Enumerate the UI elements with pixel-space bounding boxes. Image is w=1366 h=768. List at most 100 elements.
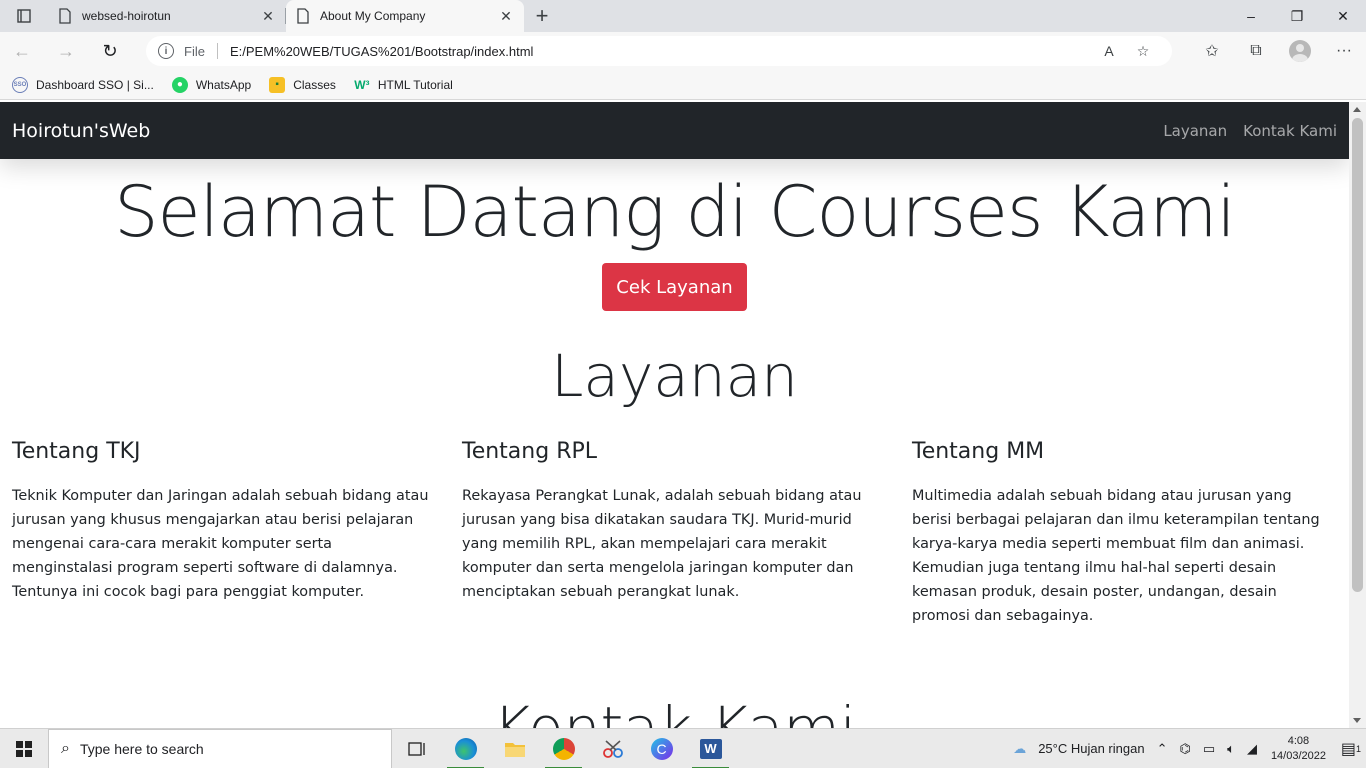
service-card-mm: Tentang MM Multimedia adalah sebuah bida… [912,438,1332,628]
bookmark-label: WhatsApp [195,77,252,92]
bookmark-classes[interactable]: ▪ Classes [269,76,336,93]
url-text[interactable]: E:/PEM%20WEB/TUGAS%201/Bootstrap/index.h… [230,44,1092,59]
notification-count: 1 [1356,743,1362,754]
clock-time: 4:08 [1287,734,1310,747]
notification-icon: ▤ [1340,740,1357,758]
taskbar-chrome[interactable] [539,729,588,768]
clock-date: 14/03/2022 [1270,749,1326,762]
chrome-icon [552,737,575,760]
close-window-button[interactable]: ✕ [1320,0,1366,32]
clock[interactable]: 4:08 14/03/2022 [1271,734,1326,764]
reload-icon: ↻ [102,40,118,61]
bookmark-html-tutorial[interactable]: W³ HTML Tutorial [354,77,453,93]
restore-button[interactable]: ❐ [1274,0,1320,32]
collections-icon: ⧉ [1250,42,1262,59]
weather-icon[interactable]: ☁ [1013,741,1026,757]
notification-center-button[interactable]: ▤ 1 [1336,729,1366,768]
browser-tab-about[interactable]: About My Company ✕ [286,0,524,32]
arrow-left-icon: ← [13,40,31,61]
window-controls: – ❐ ✕ [1228,0,1366,32]
close-tab-icon[interactable]: ✕ [260,8,276,24]
forward-button[interactable]: → [44,32,88,70]
nav-link-kontak-kami[interactable]: Kontak Kami [1243,122,1337,140]
collections-button[interactable]: ⧉ [1234,32,1278,70]
address-toolbar: ← → ↻ i File E:/PEM%20WEB/TUGAS%201/Boot… [0,32,1366,70]
browser-tab-websed[interactable]: websed-hoirotun ✕ [48,0,286,32]
taskbar-word[interactable]: W [686,729,735,768]
address-bar[interactable]: i File E:/PEM%20WEB/TUGAS%201/Bootstrap/… [146,36,1172,66]
profile-button[interactable] [1278,32,1322,70]
scroll-up-icon[interactable] [1353,107,1361,112]
service-card-rpl: Tentang RPL Rekayasa Perangkat Lunak, ad… [462,438,882,604]
volume-icon[interactable]: 🔈︎ [1227,741,1235,757]
classes-icon: ▪ [269,76,286,93]
favorites-button[interactable]: ✩ [1190,32,1234,70]
sso-icon: SSO [12,76,28,93]
more-icon: ··· [1336,42,1352,59]
w3schools-icon: W³ [354,77,370,92]
page-icon [297,8,309,24]
whatsapp-icon: ● [171,76,188,93]
windows-logo-icon [16,740,32,757]
browser-tools: ✩ ⧉ ··· [1190,32,1366,70]
edge-icon [454,737,477,760]
reload-button[interactable]: ↻ [88,32,132,70]
bookmark-dashboard-sso[interactable]: SSO Dashboard SSO | Si... [12,76,154,93]
service-text: Multimedia adalah sebuah bidang atau jur… [912,488,1320,624]
new-tab-button[interactable]: + [524,0,560,32]
avatar [1289,40,1311,62]
taskbar-canva[interactable]: C [637,729,686,768]
services-title: Layanan [551,342,798,410]
chevron-up-icon[interactable]: ⌃ [1157,741,1168,757]
taskbar-snipping-tool[interactable] [588,729,637,768]
cek-layanan-button[interactable]: Cek Layanan [602,263,747,311]
search-placeholder: Type here to search [79,740,204,757]
bookmark-whatsapp[interactable]: ● WhatsApp [171,76,252,93]
contact-title: Kontak Kami [493,694,856,728]
bookmark-label: Dashboard SSO | Si... [36,77,154,92]
arrow-right-icon: → [57,40,75,61]
battery-icon[interactable]: ▭ [1203,741,1215,757]
page-scrollbar[interactable] [1349,102,1366,728]
scroll-down-icon[interactable] [1353,718,1361,723]
service-text: Teknik Komputer dan Jaringan adalah sebu… [12,488,429,600]
taskbar-search[interactable]: ⌕ Type here to search [48,728,392,768]
taskbar-edge[interactable] [441,729,490,768]
minimize-button[interactable]: – [1228,0,1274,32]
tab-title: About My Company [320,9,426,23]
add-favorite-icon[interactable]: ☆ [1126,43,1160,60]
windows-taskbar: ⌕ Type here to search C W ☁ 25°C Hujan r… [0,728,1366,768]
hero-title: Selamat Datang di Courses Kami [114,171,1236,253]
nav-link-layanan[interactable]: Layanan [1163,122,1227,140]
service-heading: Tentang MM [912,439,1045,464]
start-button[interactable] [0,729,48,768]
back-button[interactable]: ← [0,32,44,70]
network-icon[interactable]: ⌬ [1179,741,1190,757]
scroll-thumb[interactable] [1352,118,1363,592]
scissors-icon [602,739,623,758]
service-heading: Tentang TKJ [12,439,141,464]
wifi-icon[interactable]: ◢ [1247,741,1257,757]
system-tray: ☁ 25°C Hujan ringan ⌃ ⌬ ▭ 🔈︎ ◢ 4:08 14/0… [1007,729,1366,768]
divider [216,43,218,59]
info-icon[interactable]: i [158,43,174,59]
service-heading: Tentang RPL [462,439,597,464]
weather-text[interactable]: 25°C Hujan ringan [1038,741,1144,756]
read-aloud-icon[interactable]: A [1092,43,1126,59]
bookmarks-bar: SSO Dashboard SSO | Si... ● WhatsApp ▪ C… [0,70,1366,100]
bookmark-label: Classes [293,77,336,92]
site-brand[interactable]: Hoirotun'sWeb [12,120,150,142]
settings-menu-button[interactable]: ··· [1322,32,1366,70]
tab-actions-button[interactable] [0,0,48,32]
word-icon: W [699,738,722,759]
page-viewport: Hoirotun'sWeb Layanan Kontak Kami Selama… [0,102,1349,728]
page-icon [59,8,71,24]
tab-title: websed-hoirotun [82,9,171,23]
service-text: Rekayasa Perangkat Lunak, adalah sebuah … [462,488,862,600]
folder-icon [504,742,525,757]
nav-links: Layanan Kontak Kami [1147,122,1337,140]
task-view-button[interactable] [392,729,441,768]
canva-icon: C [650,737,673,760]
taskbar-file-explorer[interactable] [490,729,539,768]
close-tab-icon[interactable]: ✕ [498,8,514,24]
